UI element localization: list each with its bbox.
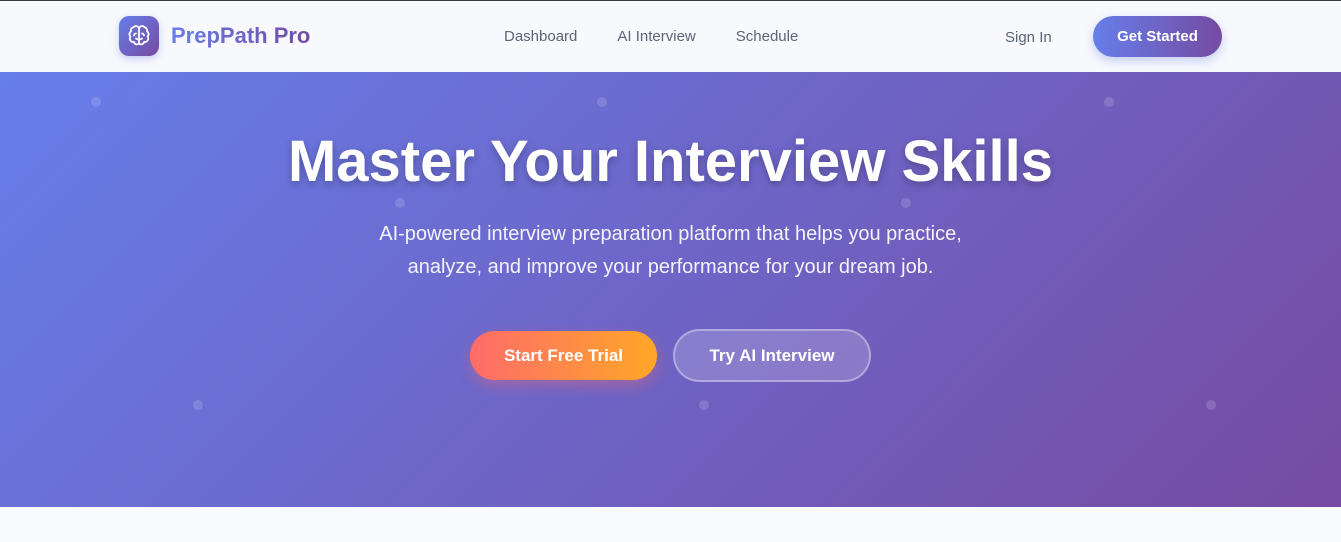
sign-in-link[interactable]: Sign In	[1005, 29, 1052, 46]
decorative-dot	[597, 97, 607, 107]
decorative-dot	[901, 198, 911, 208]
decorative-dot	[193, 400, 203, 410]
brand[interactable]: PrepPath Pro	[119, 16, 310, 56]
decorative-dot	[395, 198, 405, 208]
nav-ai-interview[interactable]: AI Interview	[617, 28, 695, 45]
try-ai-interview-button[interactable]: Try AI Interview	[673, 329, 871, 382]
hero-title: Master Your Interview Skills	[287, 129, 1054, 194]
decorative-dot	[91, 97, 101, 107]
nav-schedule[interactable]: Schedule	[736, 28, 799, 45]
main-nav: Dashboard AI Interview Schedule	[504, 28, 798, 45]
top-navbar: PrepPath Pro Dashboard AI Interview Sche…	[0, 1, 1341, 72]
brand-name: PrepPath Pro	[171, 23, 311, 48]
decorative-dot	[699, 400, 709, 410]
brain-icon	[119, 16, 159, 56]
start-free-trial-button[interactable]: Start Free Trial	[470, 331, 657, 380]
get-started-button[interactable]: Get Started	[1093, 16, 1222, 57]
decorative-dot	[1206, 400, 1216, 410]
hero-section: Master Your Interview Skills AI-powered …	[0, 72, 1341, 507]
nav-dashboard[interactable]: Dashboard	[504, 28, 577, 45]
decorative-dot	[1104, 97, 1114, 107]
hero-subtitle: AI-powered interview preparation platfor…	[379, 223, 962, 278]
